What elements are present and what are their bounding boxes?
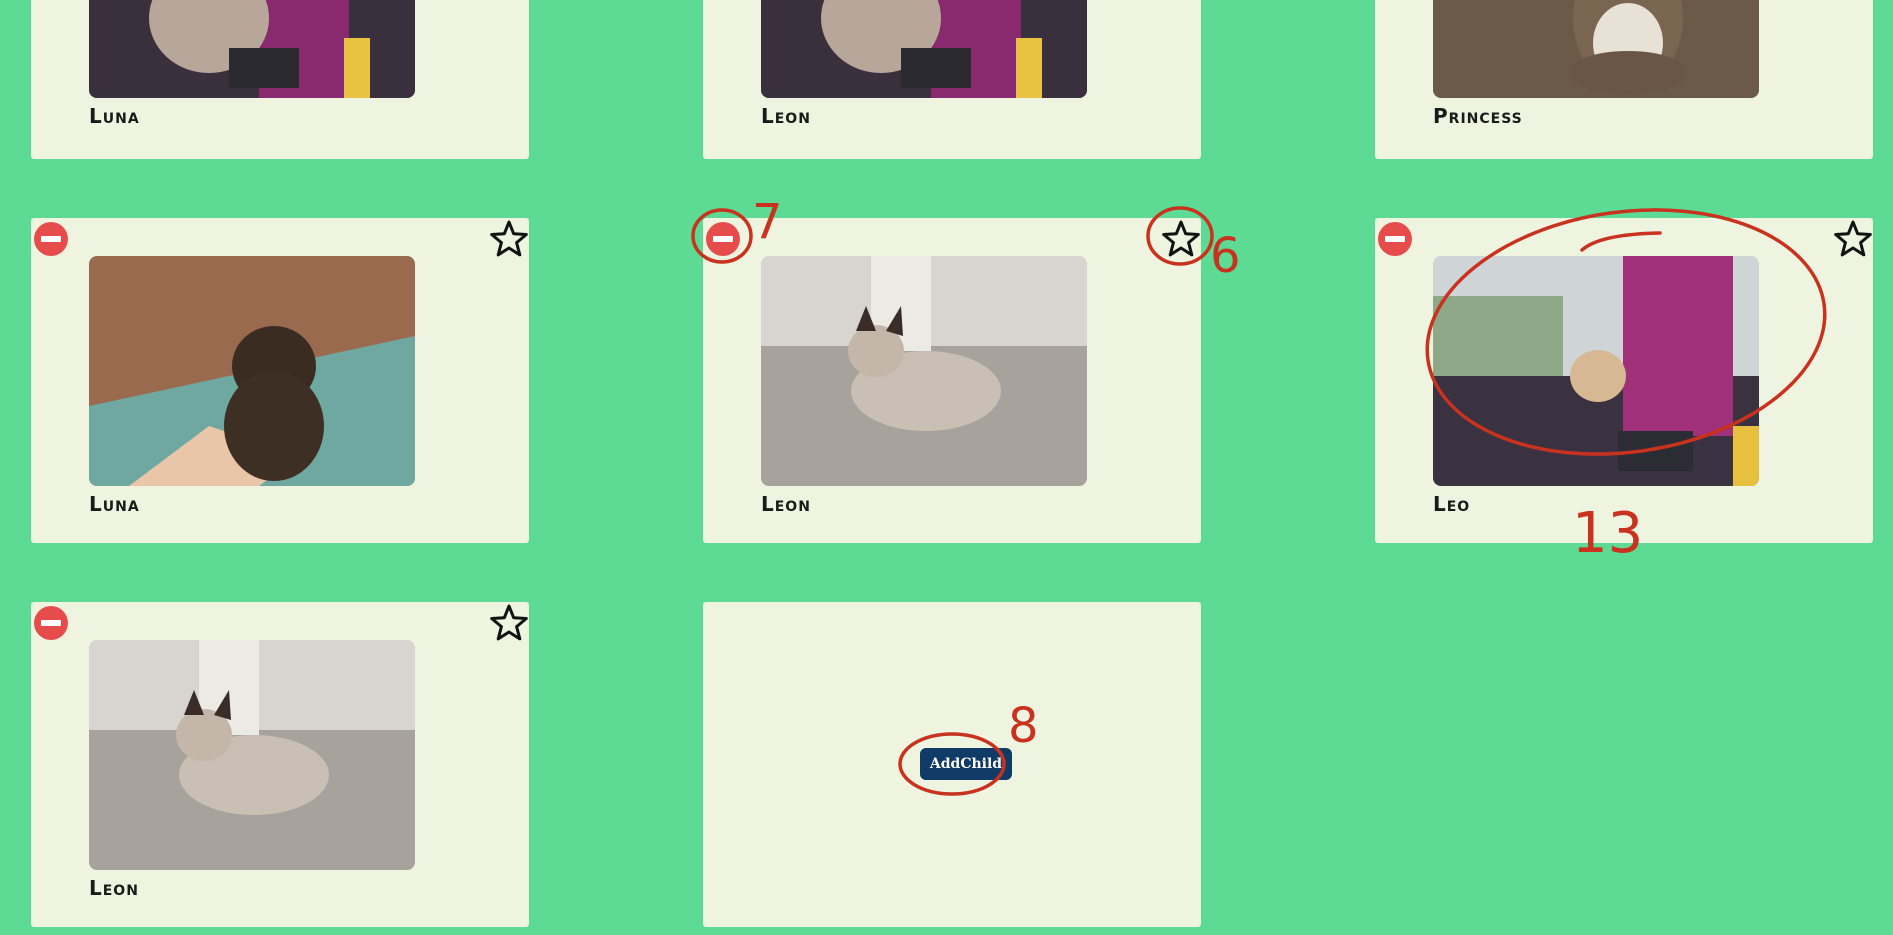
pet-photo — [89, 640, 415, 870]
pet-card: Luna — [31, 218, 529, 543]
pet-card: Princess — [1375, 0, 1873, 159]
pet-photo — [761, 0, 1087, 98]
favorite-star-icon[interactable] — [1161, 219, 1201, 259]
pet-name: Leon — [89, 876, 139, 900]
pet-name: Leo — [1433, 492, 1471, 516]
remove-button[interactable] — [34, 222, 68, 256]
pet-card: Luna — [31, 0, 529, 159]
pet-card: Leo — [1375, 218, 1873, 543]
annotation-label: 6 — [1210, 228, 1241, 284]
pet-card: Leon — [31, 602, 529, 927]
pet-photo — [1433, 0, 1759, 98]
add-child-button[interactable]: AddChild — [920, 748, 1012, 780]
favorite-star-icon[interactable] — [489, 603, 529, 643]
pet-card: Leon — [703, 0, 1201, 159]
remove-button[interactable] — [706, 222, 740, 256]
pet-photo — [89, 0, 415, 98]
remove-button[interactable] — [1378, 222, 1412, 256]
pet-name: Princess — [1433, 104, 1523, 128]
pet-card: Leon — [703, 218, 1201, 543]
pet-name: Leon — [761, 104, 811, 128]
pet-name: Luna — [89, 492, 140, 516]
remove-button[interactable] — [34, 606, 68, 640]
pet-photo — [761, 256, 1087, 486]
favorite-star-icon[interactable] — [489, 219, 529, 259]
favorite-star-icon[interactable] — [1833, 219, 1873, 259]
pet-photo — [89, 256, 415, 486]
add-child-card: AddChild — [703, 602, 1201, 927]
pet-name: Leon — [761, 492, 811, 516]
pet-name: Luna — [89, 104, 140, 128]
pet-photo — [1433, 256, 1759, 486]
